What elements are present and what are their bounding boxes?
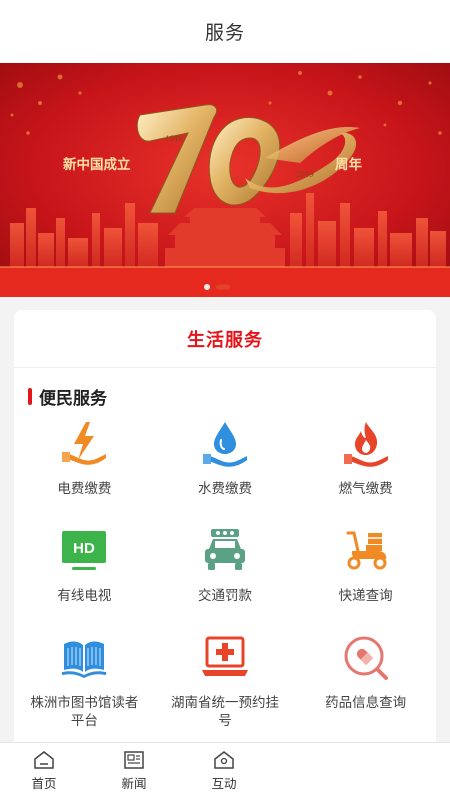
hd-tv-icon: HD xyxy=(58,525,110,577)
service-traffic-fine[interactable]: 交通罚款 xyxy=(155,525,296,632)
carousel-dot xyxy=(204,284,210,290)
tab-news[interactable]: 新闻 xyxy=(104,743,164,800)
service-label: 水费缴费 xyxy=(197,481,252,497)
bottom-tab-bar: 首页 新闻 互动 xyxy=(0,742,450,800)
tab-label: 互动 xyxy=(211,776,237,791)
svg-text:2019: 2019 xyxy=(295,171,314,179)
section-header: 便民服务 xyxy=(28,384,107,409)
section-title: 便民服务 xyxy=(39,389,107,409)
service-label: 有线电视 xyxy=(57,588,112,604)
scooter-icon xyxy=(340,525,392,577)
tab-label: 首页 xyxy=(31,776,57,791)
banner-left-text: 新中国成立 xyxy=(63,156,131,172)
service-electricity[interactable]: 电费缴费 xyxy=(14,418,155,525)
service-label: 湖南省统一预约挂号 xyxy=(170,695,279,729)
tab-home[interactable]: 首页 xyxy=(14,743,74,800)
car-icon xyxy=(199,525,251,577)
service-label: 药品信息查询 xyxy=(325,695,407,711)
water-drop-icon xyxy=(199,418,251,470)
service-water[interactable]: 水费缴费 xyxy=(155,418,296,525)
service-grid: 电费缴费 水费缴费 燃气缴费 HD 有线电视 交通罚款 快递查询 株洲市图书馆读… xyxy=(14,418,436,739)
service-library[interactable]: 株洲市图书馆读者平台 xyxy=(14,632,155,739)
life-services-card: 生活服务 便民服务 电费缴费 水费缴费 燃气缴费 HD 有线电视 交通罚款 快递… xyxy=(14,310,436,750)
service-express[interactable]: 快递查询 xyxy=(295,525,436,632)
service-gas[interactable]: 燃气缴费 xyxy=(295,418,436,525)
service-label: 株洲市图书馆读者平台 xyxy=(30,695,139,729)
tab-interact[interactable]: 互动 xyxy=(194,743,254,800)
pill-search-icon xyxy=(340,632,392,684)
news-icon xyxy=(124,751,144,769)
carousel-dot-active xyxy=(216,284,230,290)
svg-text:1949: 1949 xyxy=(165,135,183,143)
banner-image: 1949 2019 新中国成立 周年 xyxy=(0,63,450,297)
service-drug-info[interactable]: 药品信息查询 xyxy=(295,632,436,739)
tab-label: 新闻 xyxy=(121,776,147,791)
medical-laptop-icon xyxy=(199,632,251,684)
card-title: 生活服务 xyxy=(14,310,436,368)
service-appointment[interactable]: 湖南省统一预约挂号 xyxy=(155,632,296,739)
interact-icon xyxy=(214,751,234,769)
section-bar xyxy=(28,388,32,405)
service-label: 燃气缴费 xyxy=(338,481,393,497)
service-cable-tv[interactable]: HD 有线电视 xyxy=(14,525,155,632)
app-header: 服务 xyxy=(0,0,450,63)
electricity-icon xyxy=(58,418,110,470)
svg-text:HD: HD xyxy=(73,540,95,557)
banner-carousel[interactable]: 1949 2019 新中国成立 周年 xyxy=(0,63,450,297)
service-label: 电费缴费 xyxy=(57,481,112,497)
service-label: 交通罚款 xyxy=(197,588,252,604)
home-icon xyxy=(34,751,54,769)
book-icon xyxy=(58,632,110,684)
page-title: 服务 xyxy=(204,22,245,44)
gas-flame-icon xyxy=(340,418,392,470)
banner-right-text: 周年 xyxy=(335,156,362,172)
service-label: 快递查询 xyxy=(338,588,393,604)
